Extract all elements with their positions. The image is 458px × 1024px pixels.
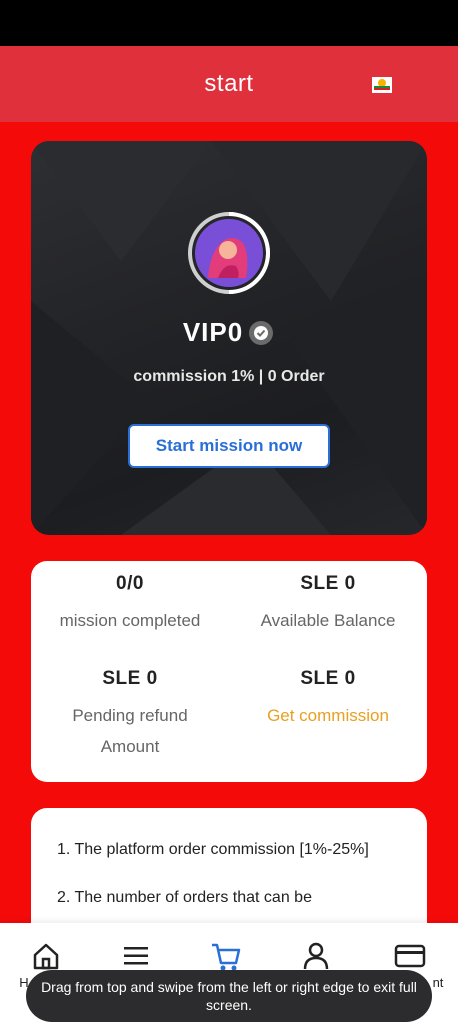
user-icon <box>303 942 329 970</box>
balance-label: Available Balance <box>260 611 396 630</box>
rule-item: 2. The number of orders that can be <box>57 889 312 906</box>
home-icon <box>33 943 59 970</box>
stat-missions: 0/0 mission completed <box>31 573 229 636</box>
vip-level: VIP0 <box>31 317 427 348</box>
vip-level-text: VIP0 <box>182 317 244 347</box>
pending-refund-label: Pending refund Amount <box>72 706 188 756</box>
missions-label: mission completed <box>59 611 201 630</box>
stat-commission[interactable]: SLE 0 Get commission <box>229 668 427 731</box>
cart-icon <box>212 943 241 971</box>
verified-badge-icon <box>249 320 274 345</box>
commission-value: SLE 0 <box>300 668 356 689</box>
balance-value: SLE 0 <box>300 573 356 594</box>
card-icon <box>394 944 426 968</box>
stat-balance: SLE 0 Available Balance <box>229 573 427 636</box>
commission-info: commission 1% | 0 Order <box>133 368 325 385</box>
menu-icon <box>124 947 148 965</box>
rule-item: 1. The platform order commission [1%-25%… <box>57 841 369 858</box>
start-mission-button[interactable]: Start mission now <box>128 424 330 468</box>
vip-card: VIP0 commission 1% | 0 Order Start missi… <box>31 141 427 535</box>
fullscreen-toast: Drag from top and swipe from the left or… <box>26 970 432 1022</box>
status-bar <box>0 0 458 46</box>
flag-icon[interactable] <box>372 77 392 93</box>
stats-card: 0/0 mission completed SLE 0 Available Ba… <box>31 561 427 782</box>
nav-account-label: nt <box>432 975 444 990</box>
stat-pending-refund: SLE 0 Pending refund Amount <box>53 668 207 762</box>
get-commission-link[interactable]: Get commission <box>229 700 427 731</box>
pending-refund-value: SLE 0 <box>102 668 158 689</box>
missions-value: 0/0 <box>116 573 144 594</box>
top-header: start <box>0 46 458 122</box>
avatar <box>188 212 270 294</box>
page-title: start <box>204 70 254 97</box>
